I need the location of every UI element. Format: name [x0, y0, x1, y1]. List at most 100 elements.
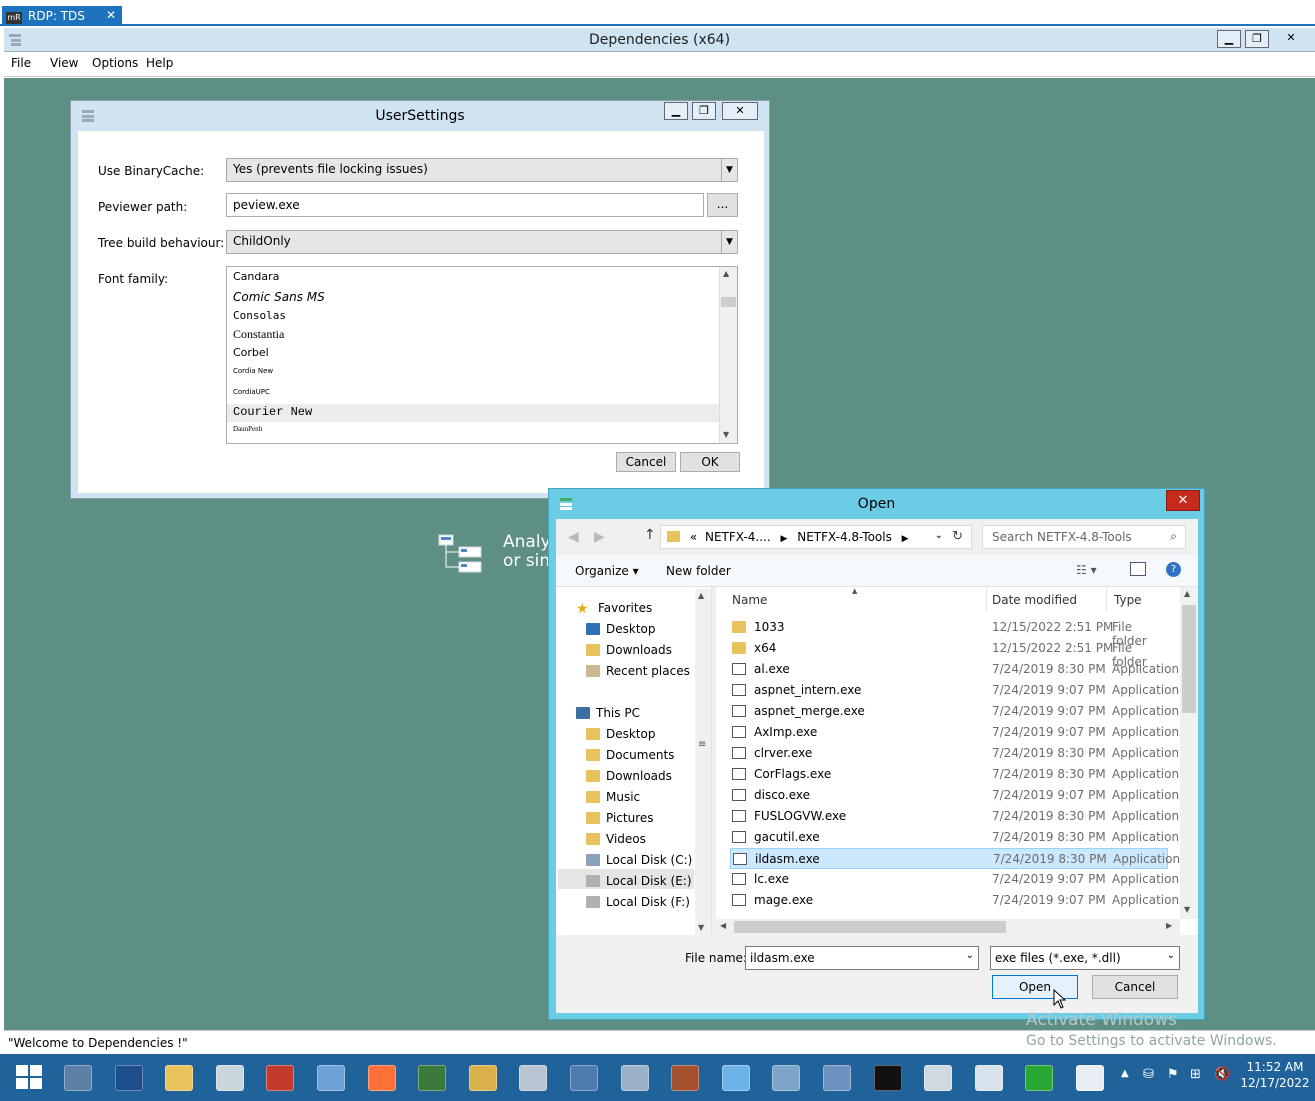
file-row[interactable]: gacutil.exe 7/24/2019 8:30 PM Application — [730, 827, 1179, 848]
breadcrumb-root[interactable]: « — [690, 530, 697, 544]
us-minimize-button[interactable]: ▁ — [664, 102, 688, 120]
use-binarycache-combo[interactable]: Yes (prevents file locking issues) ▼ — [226, 158, 738, 182]
refresh-icon[interactable]: ↻ — [952, 529, 963, 544]
windows-start-icon[interactable] — [15, 1064, 43, 1090]
taskbar-color-palette-icon[interactable] — [716, 1061, 756, 1095]
taskbar-registry-icon[interactable] — [311, 1061, 351, 1095]
scroll-down-icon[interactable]: ▼ — [723, 430, 729, 439]
file-vscrollbar[interactable]: ▲ ▼ — [1180, 587, 1198, 919]
nav-downloads[interactable]: Downloads — [586, 643, 672, 657]
font-item[interactable]: CordiaUPC — [233, 388, 270, 396]
browse-button[interactable]: ... — [707, 193, 738, 217]
file-row[interactable]: 1033 12/15/2022 2:51 PM File folder — [730, 617, 1168, 648]
scroll-up-icon[interactable]: ▲ — [698, 591, 704, 600]
peviewer-path-input[interactable]: peview.exe — [226, 193, 704, 217]
scroll-left-icon[interactable]: ◀ — [720, 921, 726, 930]
file-type-select[interactable]: exe files (*.exe, *.dll) ⌄ — [990, 946, 1180, 970]
open-dialog-close-button[interactable]: ✕ — [1166, 490, 1200, 511]
tree-build-combo[interactable]: ChildOnly ▼ — [226, 230, 738, 254]
us-restore-button[interactable]: ❐ — [692, 102, 716, 120]
taskbar-toolbox-icon[interactable] — [260, 1061, 300, 1095]
restore-button[interactable]: ❐ — [1245, 30, 1269, 48]
scroll-up-icon[interactable]: ▲ — [1184, 589, 1190, 598]
volume-muted-icon[interactable]: 🔇 — [1214, 1067, 1230, 1082]
scroll-right-icon[interactable]: ▶ — [1166, 921, 1172, 930]
file-row[interactable]: x64 12/15/2022 2:51 PM File folder — [730, 638, 1168, 669]
nav-local-disk-e[interactable]: Local Disk (E:) — [586, 874, 692, 888]
taskbar-powershell-icon[interactable] — [109, 1061, 149, 1095]
tray-overflow-icon[interactable]: ▲ — [1121, 1068, 1129, 1079]
nav-local-disk-f[interactable]: Local Disk (F:) — [586, 895, 690, 909]
column-type[interactable]: Type — [1114, 593, 1142, 607]
taskbar-computer-management-icon[interactable] — [564, 1061, 604, 1095]
nav-this-pc[interactable]: This PC — [576, 706, 640, 720]
scroll-up-icon[interactable]: ▲ — [723, 269, 729, 278]
taskbar-remote-desktop-icon[interactable] — [412, 1061, 452, 1095]
nav-pictures[interactable]: Pictures — [586, 811, 654, 825]
font-item[interactable]: Corbel — [233, 346, 269, 359]
storage-icon[interactable]: ⛁ — [1143, 1067, 1154, 1082]
menu-file[interactable]: File — [11, 56, 31, 70]
menu-help[interactable]: Help — [146, 56, 173, 70]
nav-scrollbar[interactable]: ▲ ≡ ▼ — [695, 589, 711, 935]
font-item-selected[interactable]: Courier New — [233, 405, 312, 419]
nav-desktop[interactable]: Desktop — [586, 622, 656, 636]
breadcrumb-item[interactable]: NETFX-4.... — [705, 530, 771, 544]
scroll-grip-icon[interactable]: ≡ — [698, 739, 706, 750]
font-family-list[interactable]: Candara Comic Sans MS Consolas Constanti… — [226, 266, 738, 444]
font-list-scrollbar[interactable]: ▲ ▼ — [719, 267, 737, 443]
taskbar-monitor-chart-icon[interactable] — [918, 1061, 958, 1095]
h-scroll-thumb[interactable] — [734, 921, 1006, 933]
minimize-button[interactable]: ▁ — [1217, 30, 1241, 48]
flag-icon[interactable]: ⚑ — [1167, 1067, 1179, 1082]
taskbar-settings-checklist-icon[interactable] — [615, 1061, 655, 1095]
taskbar-browser-window-icon[interactable] — [513, 1061, 553, 1095]
clock[interactable]: 11:52 AM 12/17/2022 — [1240, 1059, 1310, 1091]
taskbar-dependencies-icon[interactable] — [1070, 1061, 1110, 1095]
nav-local-disk-c[interactable]: Local Disk (C:) — [586, 853, 692, 867]
file-name-input[interactable]: ildasm.exe ⌄ — [745, 946, 979, 970]
taskbar-server-manager-icon[interactable] — [58, 1061, 98, 1095]
taskbar-network-config-icon[interactable] — [766, 1061, 806, 1095]
nav-pc-desktop[interactable]: Desktop — [586, 727, 656, 741]
taskbar-compass-icon[interactable] — [969, 1061, 1009, 1095]
file-row[interactable]: aspnet_merge.exe 7/24/2019 9:07 PM Applica… — [730, 701, 1179, 722]
file-row[interactable]: clrver.exe 7/24/2019 8:30 PM Application — [730, 743, 1179, 764]
forward-arrow-icon[interactable]: ▶ — [594, 529, 605, 545]
font-item[interactable]: Consolas — [233, 309, 286, 322]
new-folder-button[interactable]: New folder — [666, 564, 731, 578]
back-arrow-icon[interactable]: ◀ — [568, 529, 579, 545]
help-icon[interactable]: ? — [1166, 562, 1181, 577]
nav-videos[interactable]: Videos — [586, 832, 646, 846]
column-name[interactable]: Name — [732, 593, 767, 607]
organize-button[interactable]: Organize ▾ — [575, 564, 639, 578]
file-row[interactable]: FUSLOGVW.exe 7/24/2019 8:30 PM Application — [730, 806, 1179, 827]
taskbar-jd-gui-icon[interactable] — [1019, 1061, 1059, 1095]
rdp-tab[interactable]: mR RDP: TDS ✕ — [2, 6, 122, 26]
preview-pane-icon[interactable] — [1130, 562, 1146, 576]
font-item[interactable]: Candara — [233, 270, 279, 283]
font-item[interactable]: DaunPenh — [233, 425, 262, 433]
view-options-icon[interactable]: ☷ ▾ — [1076, 563, 1097, 577]
scroll-down-icon[interactable]: ▼ — [698, 923, 704, 932]
chevron-down-icon[interactable]: ⌄ — [966, 950, 974, 961]
file-row[interactable]: aspnet_intern.exe 7/24/2019 9:07 PM Applic… — [730, 680, 1179, 701]
file-row[interactable]: AxImp.exe 7/24/2019 9:07 PM Application — [730, 722, 1179, 743]
address-dropdown-icon[interactable]: ⌄ — [935, 530, 943, 541]
taskbar-command-prompt-icon[interactable] — [868, 1061, 908, 1095]
file-row[interactable]: mage.exe 7/24/2019 9:07 PM Application — [730, 890, 1179, 911]
file-row[interactable]: disco.exe 7/24/2019 9:07 PM Application — [730, 785, 1179, 806]
cancel-button[interactable]: Cancel — [1092, 975, 1178, 999]
taskbar-notepad-icon[interactable] — [463, 1061, 503, 1095]
file-row[interactable]: al.exe 7/24/2019 8:30 PM Application — [730, 659, 1179, 680]
nav-recent-places[interactable]: Recent places — [586, 664, 690, 678]
address-bar[interactable]: « NETFX-4.... ▶ NETFX-4.8-Tools ▶ ⌄ ↻ — [660, 525, 972, 549]
up-arrow-icon[interactable]: ↑ — [644, 527, 656, 543]
column-date-modified[interactable]: Date modified — [992, 593, 1077, 607]
nav-documents[interactable]: Documents — [586, 748, 674, 762]
font-item[interactable]: Comic Sans MS — [233, 290, 325, 304]
file-row[interactable]: CorFlags.exe 7/24/2019 8:30 PM Application — [730, 764, 1179, 785]
file-hscrollbar[interactable]: ◀ ▶ — [716, 919, 1180, 935]
menu-options[interactable]: Options — [92, 56, 138, 70]
taskbar-firewall-icon[interactable] — [665, 1061, 705, 1095]
